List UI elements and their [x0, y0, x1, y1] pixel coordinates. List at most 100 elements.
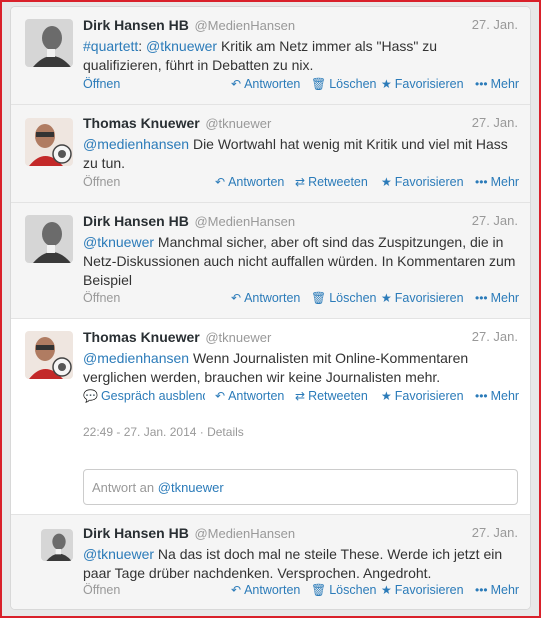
reply-mention: @tknuewer [157, 480, 224, 495]
star-icon: ★ [381, 291, 392, 305]
retweet-button[interactable]: ⇄ Retweeten [295, 175, 368, 189]
more-label: Mehr [490, 175, 520, 189]
timestamp[interactable]: 27. Jan. [472, 17, 518, 32]
mention-link[interactable]: @tknuewer [83, 234, 154, 250]
favorite-label: Favorisieren [394, 389, 464, 403]
tweet-3[interactable]: Dirk Hansen HB @MedienHansen 27. Jan. @t… [11, 203, 530, 319]
author-handle[interactable]: @tknuewer [205, 330, 271, 345]
more-dots-icon: ••• [475, 291, 488, 305]
delete-button[interactable]: 🗑 Löschen [311, 583, 377, 597]
author-handle[interactable]: @MedienHansen [194, 18, 295, 33]
author-name[interactable]: Dirk Hansen HB [83, 17, 189, 33]
trash-icon: 🗑 [311, 291, 327, 305]
more-label: Mehr [490, 77, 520, 91]
more-button[interactable]: ••• Mehr [475, 175, 519, 189]
reply-button[interactable]: ↶ Antworten [231, 77, 300, 91]
more-dots-icon: ••• [475, 175, 488, 189]
delete-button[interactable]: 🗑 Löschen [311, 77, 377, 91]
open-link[interactable]: Öffnen [83, 175, 120, 189]
more-label: Mehr [490, 291, 520, 305]
details-link[interactable]: Details [207, 425, 244, 439]
avatar[interactable] [25, 215, 73, 263]
star-icon: ★ [381, 77, 392, 91]
favorite-button[interactable]: ★ Favorisieren [381, 583, 464, 597]
full-timestamp: 22:49 - 27. Jan. 2014 [83, 425, 197, 439]
favorite-label: Favorisieren [394, 583, 464, 597]
tweet-2[interactable]: Thomas Knuewer @tknuewer 27. Jan. @medie… [11, 105, 530, 203]
delete-label: Löschen [329, 291, 377, 305]
favorite-button[interactable]: ★ Favorisieren [381, 291, 464, 305]
open-link[interactable]: Öffnen [83, 583, 120, 597]
reply-label: Antworten [228, 389, 285, 403]
more-label: Mehr [490, 583, 520, 597]
tweet-5-reply[interactable]: Dirk Hansen HB @MedienHansen 27. Jan. @t… [11, 515, 530, 609]
more-label: Mehr [490, 389, 520, 403]
hide-conversation-label: Gespräch ausblend [100, 389, 205, 403]
delete-label: Löschen [329, 77, 377, 91]
tweet-details: 22:49 - 27. Jan. 2014 · Details [83, 425, 244, 439]
avatar[interactable] [25, 331, 73, 379]
tweet-text: @tknuewer Manchmal sicher, aber oft sind… [83, 233, 516, 290]
retweet-icon: ⇄ [295, 175, 306, 189]
star-icon: ★ [381, 583, 392, 597]
retweet-label: Retweeten [308, 389, 368, 403]
more-dots-icon: ••• [475, 389, 488, 403]
avatar[interactable] [41, 529, 73, 561]
retweet-icon: ⇄ [295, 389, 306, 403]
tweet-text: @medienhansen Die Wortwahl hat wenig mit… [83, 135, 516, 173]
avatar[interactable] [25, 118, 73, 166]
more-button[interactable]: ••• Mehr [475, 77, 519, 91]
trash-icon: 🗑 [311, 77, 327, 91]
tweet-1[interactable]: Dirk Hansen HB @MedienHansen 27. Jan. #q… [11, 7, 530, 105]
text-part: : [138, 38, 147, 54]
author-name[interactable]: Thomas Knuewer [83, 329, 200, 345]
more-button[interactable]: ••• Mehr [475, 583, 519, 597]
reply-label: Antworten [244, 291, 301, 305]
mention-link[interactable]: @tknuewer [146, 38, 217, 54]
mention-link[interactable]: @medienhansen [83, 136, 189, 152]
more-button[interactable]: ••• Mehr [475, 291, 519, 305]
favorite-label: Favorisieren [394, 175, 464, 189]
tweet-4-focused[interactable]: Thomas Knuewer @tknuewer 27. Jan. @medie… [11, 319, 530, 515]
reply-placeholder: Antwort an [92, 480, 158, 495]
retweet-label: Retweeten [308, 175, 368, 189]
hashtag-link[interactable]: #quartett [83, 38, 138, 54]
reply-button[interactable]: ↶ Antworten [215, 175, 284, 189]
timestamp[interactable]: 27. Jan. [472, 213, 518, 228]
author-name[interactable]: Dirk Hansen HB [83, 525, 189, 541]
favorite-button[interactable]: ★ Favorisieren [381, 175, 464, 189]
reply-icon: ↶ [231, 77, 242, 91]
mention-link[interactable]: @tknuewer [83, 546, 154, 562]
author-handle[interactable]: @MedienHansen [194, 214, 295, 229]
more-dots-icon: ••• [475, 77, 488, 91]
favorite-label: Favorisieren [394, 291, 464, 305]
open-link[interactable]: Öffnen [83, 291, 120, 305]
hide-conversation-link[interactable]: 💬 Gespräch ausblend [83, 389, 205, 403]
timestamp[interactable]: 27. Jan. [472, 115, 518, 130]
author-name[interactable]: Thomas Knuewer [83, 115, 200, 131]
delete-button[interactable]: 🗑 Löschen [311, 291, 377, 305]
reply-label: Antworten [228, 175, 285, 189]
reply-label: Antworten [244, 583, 301, 597]
author-handle[interactable]: @MedienHansen [194, 526, 295, 541]
reply-input[interactable]: Antwort an @tknuewer [83, 469, 518, 505]
reply-label: Antworten [244, 77, 301, 91]
favorite-button[interactable]: ★ Favorisieren [381, 389, 464, 403]
reply-icon: ↶ [215, 175, 226, 189]
avatar[interactable] [25, 19, 73, 67]
speech-bubble-icon: 💬 [83, 389, 98, 403]
reply-button[interactable]: ↶ Antworten [231, 583, 300, 597]
author-name[interactable]: Dirk Hansen HB [83, 213, 189, 229]
reply-icon: ↶ [215, 389, 226, 403]
favorite-button[interactable]: ★ Favorisieren [381, 77, 464, 91]
mention-link[interactable]: @medienhansen [83, 350, 189, 366]
open-link[interactable]: Öffnen [83, 77, 120, 91]
timestamp[interactable]: 27. Jan. [472, 329, 518, 344]
reply-button[interactable]: ↶ Antworten [231, 291, 300, 305]
more-button[interactable]: ••• Mehr [475, 389, 519, 403]
retweet-button[interactable]: ⇄ Retweeten [295, 389, 368, 403]
reply-button[interactable]: ↶ Antworten [215, 389, 284, 403]
tweet-text: @medienhansen Wenn Journalisten mit Onli… [83, 349, 516, 387]
author-handle[interactable]: @tknuewer [205, 116, 271, 131]
timestamp[interactable]: 27. Jan. [472, 525, 518, 540]
